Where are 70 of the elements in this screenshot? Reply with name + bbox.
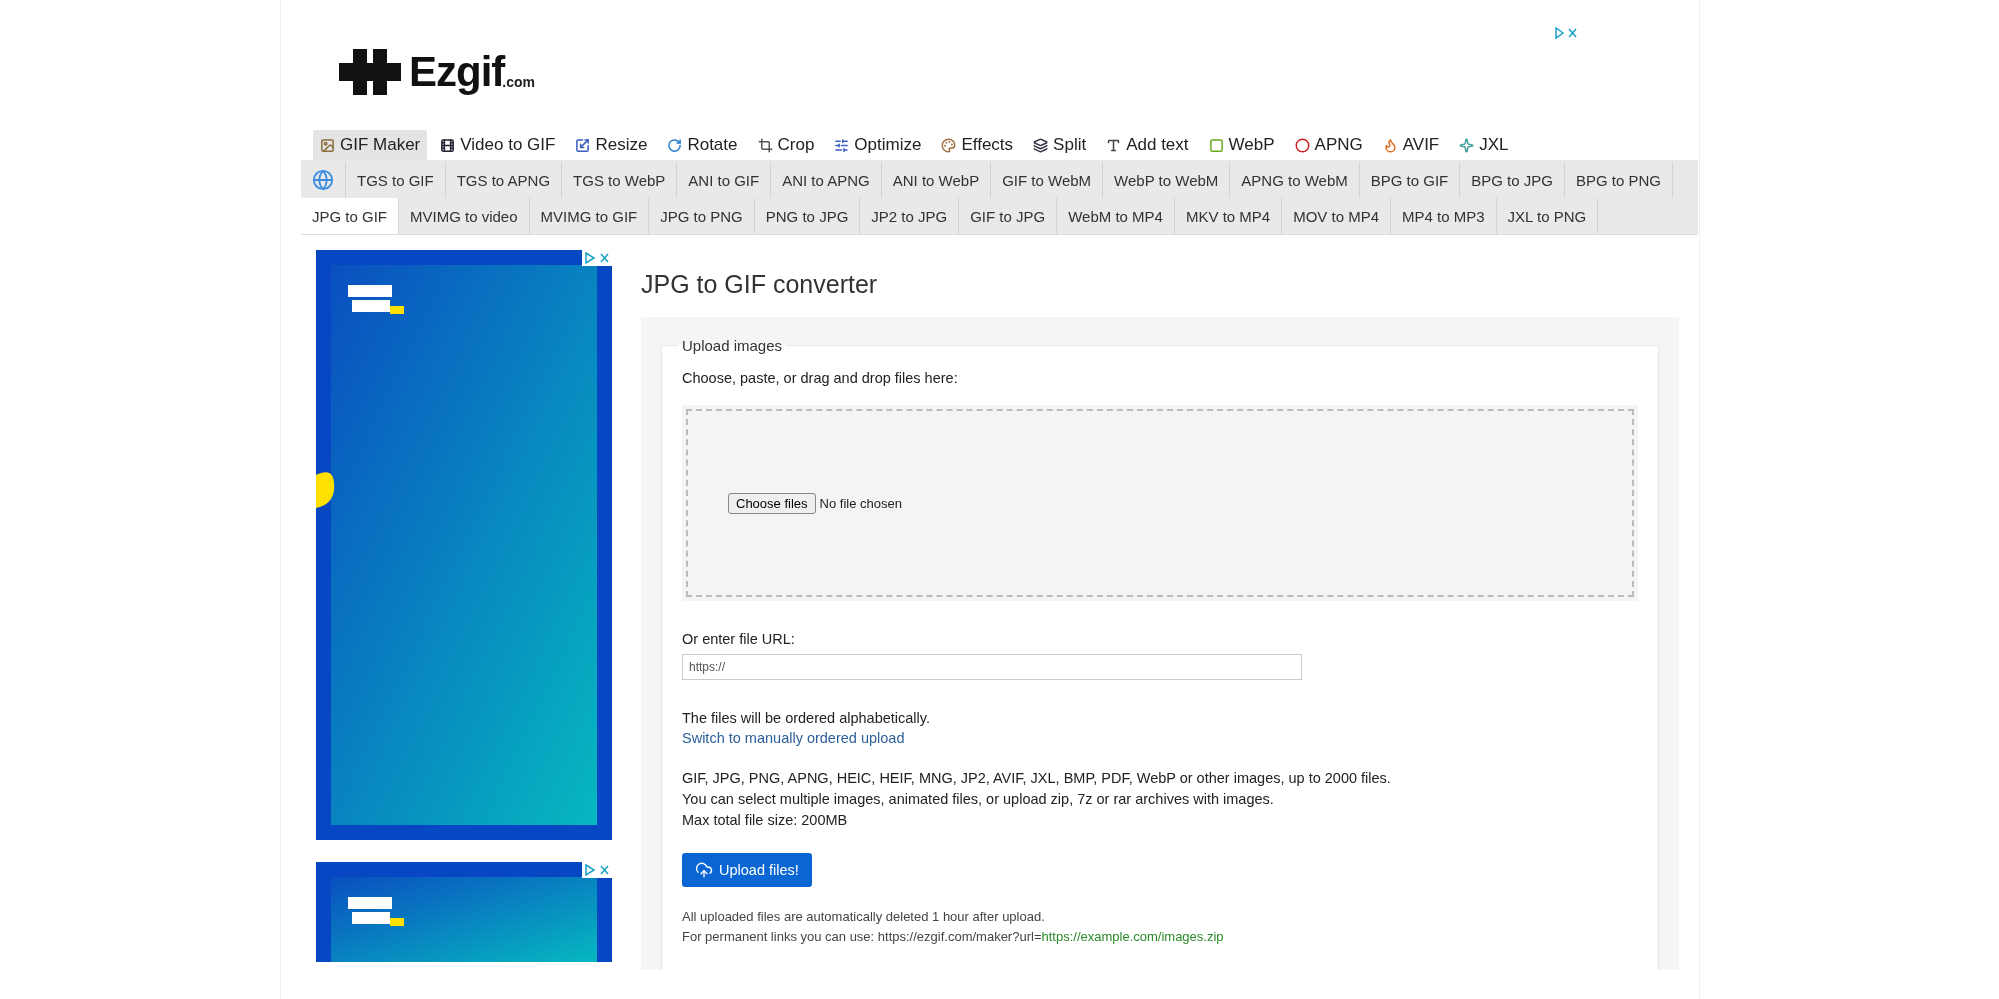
nav-tab[interactable]: AVIF [1375, 130, 1447, 160]
converter-tab[interactable]: TGS to WebP [562, 162, 678, 198]
sliders-icon [834, 137, 850, 153]
choose-files-button[interactable]: Choose files [728, 492, 816, 514]
rotate-icon [667, 137, 683, 153]
converter-tab[interactable]: MVIMG to video [399, 198, 530, 234]
converter-tab[interactable]: MVIMG to GIF [529, 198, 650, 234]
layers-icon [1033, 137, 1049, 153]
converter-tab[interactable]: TGS to APNG [445, 162, 563, 198]
image-icon [320, 137, 335, 153]
converter-tab[interactable]: JP2 to JPG [860, 198, 960, 234]
converter-tab[interactable]: BPG to JPG [1460, 162, 1565, 198]
text-icon [1106, 137, 1122, 153]
globe-icon [312, 169, 334, 191]
note-text: For permanent links you can use: https://ezgif.com/maker?url=https://example.com/images.zip [682, 928, 1225, 946]
converter-tab[interactable]: MOV to MP4 [1282, 198, 1392, 234]
drop-zone[interactable]: Choose files No file chosen [686, 409, 1634, 597]
converter-tab[interactable]: WebM to MP4 [1057, 198, 1175, 234]
converter-tab[interactable]: MKV to MP4 [1174, 198, 1283, 234]
flame-icon [1382, 137, 1398, 153]
nav-tab[interactable]: Optimize [827, 130, 929, 160]
order-note: The files will be ordered alphabetically. [682, 709, 931, 728]
converter-tab[interactable]: GIF to WebM [991, 162, 1104, 198]
upload-icon [695, 861, 713, 879]
info-text: You can select multiple images, animated files, or upload zip, 7z or rar archives with images. [682, 790, 1275, 809]
url-field[interactable]: https:// [682, 654, 1302, 680]
converter-tab[interactable]: PNG to JPG [754, 198, 861, 234]
crop-icon [757, 137, 773, 153]
url-label: Or enter file URL: [682, 630, 796, 649]
instruction-text: Choose, paste, or drag and drop files here: [682, 369, 959, 388]
converter-tab[interactable]: BPG to GIF [1359, 162, 1461, 198]
nav-tab[interactable]: Effects [934, 130, 1021, 160]
converter-tab[interactable]: GIF to JPG [959, 198, 1058, 234]
palette-icon [941, 137, 957, 153]
nav-tab[interactable]: GIF Maker [313, 130, 428, 160]
film-icon [440, 137, 456, 153]
nav-tab[interactable]: Video to GIF [433, 130, 563, 160]
converter-tab[interactable]: JXL to PNG [1496, 198, 1599, 234]
converter-tab[interactable]: ANI to GIF [677, 162, 772, 198]
converter-tab[interactable]: ANI to WebP [881, 162, 992, 198]
section-legend: Upload images [678, 337, 787, 354]
nav-tab[interactable]: WebP [1201, 130, 1282, 160]
page-title: JPG to GIF converter [641, 270, 879, 299]
converter-tab[interactable]: MP4 to MP3 [1391, 198, 1497, 234]
nav-tab[interactable]: Resize [568, 130, 655, 160]
file-status: No file chosen [819, 495, 902, 511]
info-text: GIF, JPG, PNG, APNG, HEIC, HEIF, MNG, JP2, AVIF, JXL, BMP, PDF, WebP or other images, up to 2000 files. [682, 769, 1392, 788]
square-icon [1208, 137, 1224, 153]
switch-upload-link[interactable]: Switch to manually ordered upload [682, 730, 905, 746]
nav-tab[interactable]: Add text [1099, 130, 1196, 160]
note-text: All uploaded files are automatically deleted 1 hour after upload. [682, 908, 1046, 926]
nav-tab[interactable]: Rotate [660, 130, 745, 160]
converter-tab[interactable]: WebP to WebM [1103, 162, 1231, 198]
converter-tab[interactable]: ANI to APNG [771, 162, 882, 198]
resize-icon [575, 137, 591, 153]
ring-icon [1294, 137, 1310, 153]
info-text: Max total file size: 200MB [682, 811, 849, 830]
ad-choices-icon[interactable] [1553, 26, 1579, 40]
converter-tab[interactable]: BPG to PNG [1564, 162, 1673, 198]
logo-icon [339, 49, 401, 95]
logo-text[interactable]: Ezgif [409, 48, 505, 96]
nav-tab[interactable]: Crop [750, 130, 822, 160]
nav-tab[interactable]: Split [1026, 130, 1094, 160]
sparkle-icon [1459, 137, 1475, 153]
upload-button[interactable]: Upload files! [682, 853, 812, 887]
converter-tab[interactable]: JPG to GIF [301, 198, 399, 234]
nav-tab[interactable]: APNG [1287, 130, 1370, 160]
nav-tab[interactable]: JXL [1452, 130, 1516, 160]
converter-tab[interactable]: APNG to WebM [1230, 162, 1360, 198]
converter-tab[interactable]: JPG to PNG [649, 198, 755, 234]
